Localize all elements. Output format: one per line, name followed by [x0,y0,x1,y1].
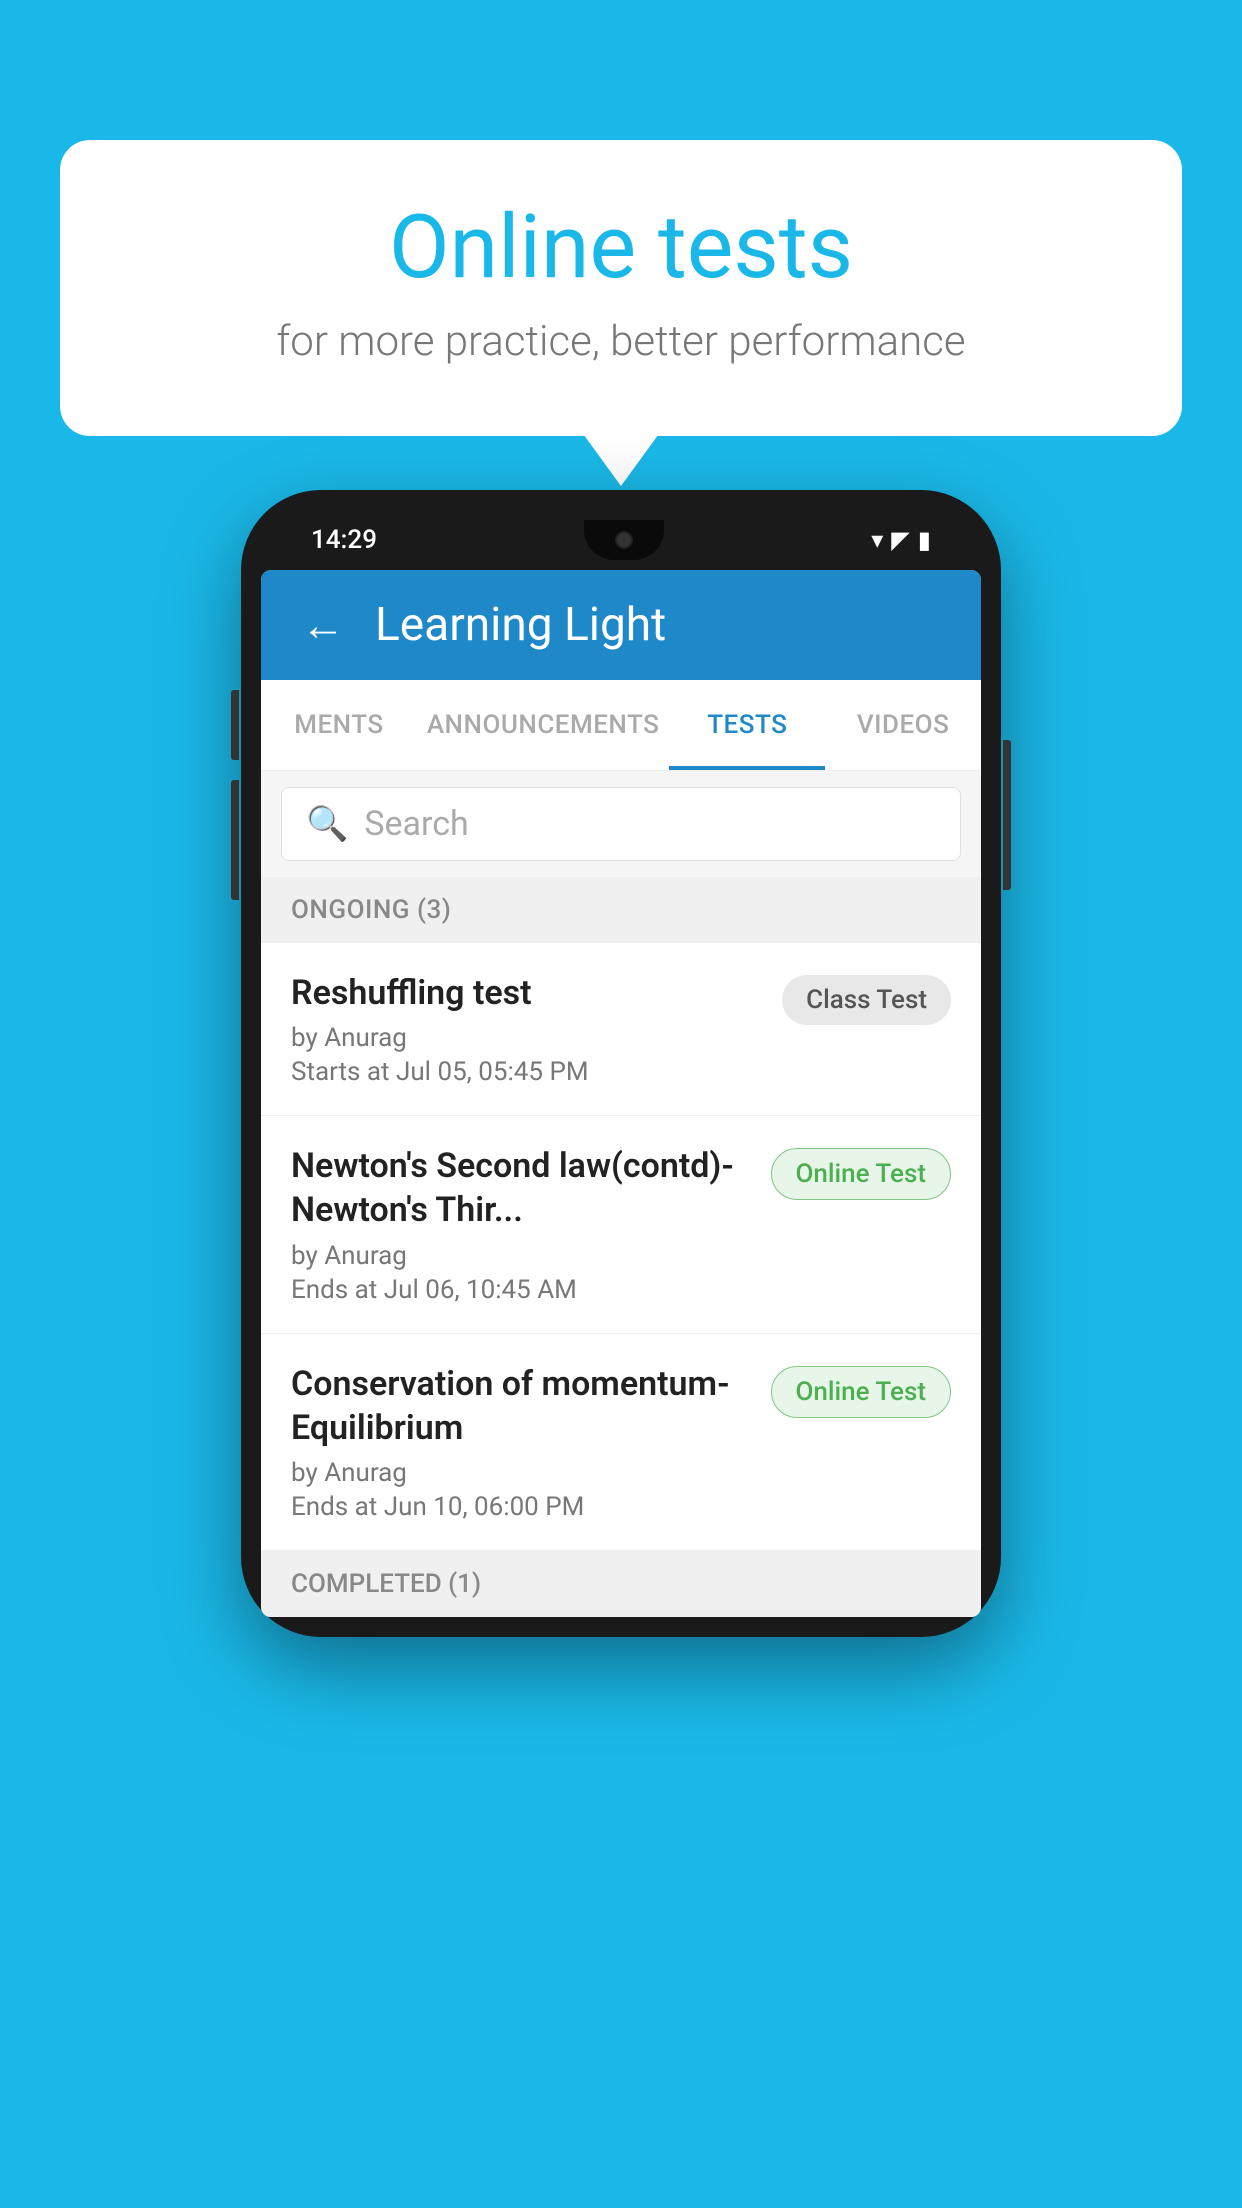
speech-bubble-container: Online tests for more practice, better p… [60,140,1182,436]
search-bar[interactable]: 🔍 Search [281,787,961,861]
status-time: 14:29 [311,525,377,555]
search-container: 🔍 Search [261,771,981,877]
test-time: Ends at Jul 06, 10:45 AM [291,1275,751,1305]
tab-videos[interactable]: VIDEOS [825,680,981,770]
bubble-subtitle: for more practice, better performance [140,317,1102,366]
test-item[interactable]: Newton's Second law(contd)-Newton's Thir… [261,1116,981,1333]
tab-assignments[interactable]: MENTS [261,680,417,770]
side-button-volume-down [231,780,239,900]
battery-icon: ▮ [918,526,931,554]
phone-container: 14:29 ▾ ◤ ▮ ← Learning Light MENTS [241,490,1001,1637]
test-badge-class: Class Test [782,975,951,1025]
test-info: Newton's Second law(contd)-Newton's Thir… [291,1144,751,1304]
test-name: Conservation of momentum-Equilibrium [291,1362,751,1450]
tabs-container: MENTS ANNOUNCEMENTS TESTS VIDEOS [261,680,981,771]
app-title: Learning Light [375,598,666,652]
test-author: by Anurag [291,1023,762,1053]
wifi-icon: ▾ [871,526,883,554]
completed-section-header: COMPLETED (1) [261,1551,981,1617]
phone-frame: 14:29 ▾ ◤ ▮ ← Learning Light MENTS [241,490,1001,1637]
test-item[interactable]: Reshuffling test by Anurag Starts at Jul… [261,943,981,1116]
test-name: Newton's Second law(contd)-Newton's Thir… [291,1144,751,1232]
tab-announcements[interactable]: ANNOUNCEMENTS [417,680,670,770]
status-icons: ▾ ◤ ▮ [871,526,931,554]
test-name: Reshuffling test [291,971,762,1015]
test-badge-online-2: Online Test [771,1366,952,1418]
side-button-volume-up [231,690,239,760]
test-author: by Anurag [291,1458,751,1488]
status-bar: 14:29 ▾ ◤ ▮ [261,510,981,570]
bubble-title: Online tests [140,200,1102,297]
test-info: Reshuffling test by Anurag Starts at Jul… [291,971,762,1087]
speech-bubble: Online tests for more practice, better p… [60,140,1182,436]
test-time: Starts at Jul 05, 05:45 PM [291,1057,762,1087]
ongoing-section-header: ONGOING (3) [261,877,981,943]
test-time: Ends at Jun 10, 06:00 PM [291,1492,751,1522]
side-button-power [1003,740,1011,890]
front-camera [615,531,633,549]
back-button[interactable]: ← [301,603,345,647]
phone-notch [584,520,664,560]
search-icon: 🔍 [306,804,348,844]
test-author: by Anurag [291,1241,751,1271]
signal-icon: ◤ [891,526,909,554]
search-input[interactable]: Search [364,804,468,844]
test-badge-online: Online Test [771,1148,952,1200]
app-header: ← Learning Light [261,570,981,680]
test-info: Conservation of momentum-Equilibrium by … [291,1362,751,1522]
tab-tests[interactable]: TESTS [669,680,825,770]
test-item[interactable]: Conservation of momentum-Equilibrium by … [261,1334,981,1551]
phone-screen: ← Learning Light MENTS ANNOUNCEMENTS TES… [261,570,981,1617]
